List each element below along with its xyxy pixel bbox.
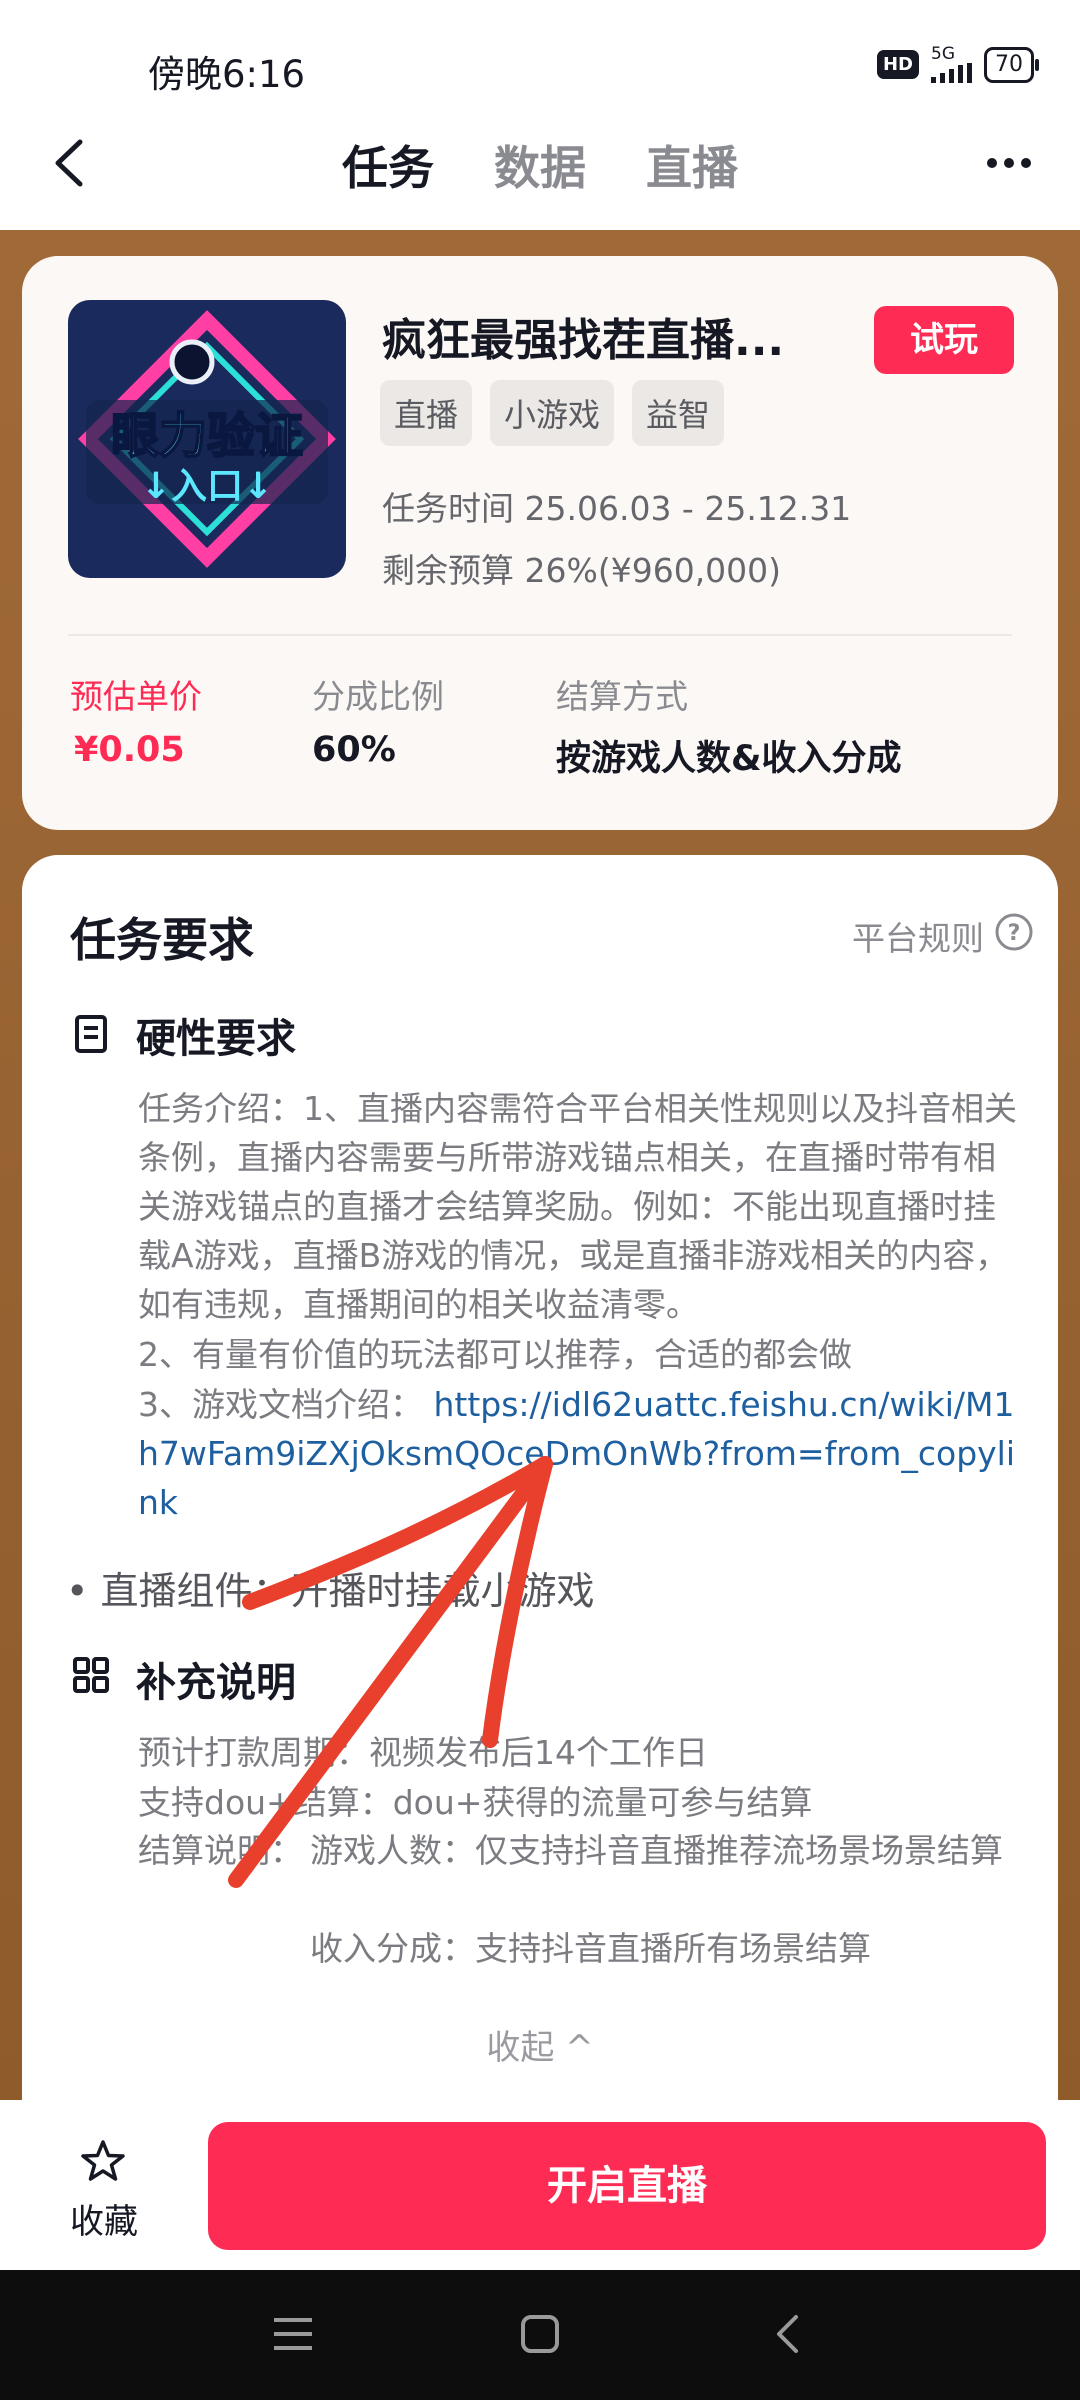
star-icon[interactable] [80,2138,126,2184]
annotation-arrow [228,1456,553,1888]
collapse-button[interactable]: 收起 ^ [0,2020,1080,2069]
settlement-value: 按游戏人数&收入分成 [556,739,902,779]
svg-text:?: ? [1008,921,1021,946]
help-icon[interactable]: ? [994,912,1034,952]
status-time: 傍晚6:16 [148,53,306,96]
requirements-title: 任务要求 [70,913,254,967]
try-play-button[interactable]: 试玩 [874,306,1014,374]
hard-requirements-title: 硬性要求 [136,1016,296,1062]
share-ratio-label: 分成比例 [312,677,444,716]
menu-icon[interactable] [272,2316,314,2352]
favorite-label[interactable]: 收藏 [70,2194,138,2243]
hd-badge: HD [876,50,919,79]
tag-minigame: 小游戏 [490,380,615,446]
tag-live: 直播 [380,380,473,446]
header-tabs: 任务 数据 直播 [0,132,1080,198]
home-icon[interactable] [520,2314,560,2354]
tab-task[interactable]: 任务 [342,132,434,198]
tab-data[interactable]: 数据 [494,132,586,198]
nav-back-icon[interactable] [774,2314,800,2354]
task-time: 任务时间 25.06.03 - 25.12.31 [382,489,852,528]
start-live-button[interactable]: 开启直播 [208,2122,1046,2250]
unit-price-label: 预估单价 [70,677,202,716]
signal-icon: 5G [931,46,972,83]
share-ratio-value: 60% [312,730,396,770]
battery-icon: 70 [984,46,1039,83]
game-title: 疯狂最强找茬直播... [382,315,785,366]
tag-puzzle: 益智 [632,380,725,446]
unit-price-value: ¥0.05 [74,730,185,770]
tab-live[interactable]: 直播 [646,132,738,198]
divider [68,634,1012,636]
document-icon [75,1015,107,1053]
point-3-label: 3、游戏文档介绍： [138,1385,423,1424]
network-label: 5G [931,44,955,64]
platform-rules-link[interactable]: 平台规则 [852,912,984,960]
game-tags: 直播 小游戏 益智 [380,380,725,446]
game-icon-text-2: ↓入口↓ [141,466,273,507]
point-2-text: 2、有量有价值的玩法都可以推荐，合适的都会做 [138,1335,852,1374]
remaining-budget: 剩余预算 26%(¥960,000) [382,551,782,590]
more-icon[interactable] [984,150,1034,176]
status-icons: HD 5G 70 [876,46,1039,83]
task-intro-text: 任务介绍：1、直播内容需符合平台相关性规则以及抖音相关条例，直播内容需要与所带游… [138,1089,1017,1324]
game-icon-text-1: 眼力验证 [111,408,303,464]
game-icon[interactable]: 眼力验证 ↓入口↓ [68,300,346,578]
settlement-label: 结算方式 [556,677,688,716]
